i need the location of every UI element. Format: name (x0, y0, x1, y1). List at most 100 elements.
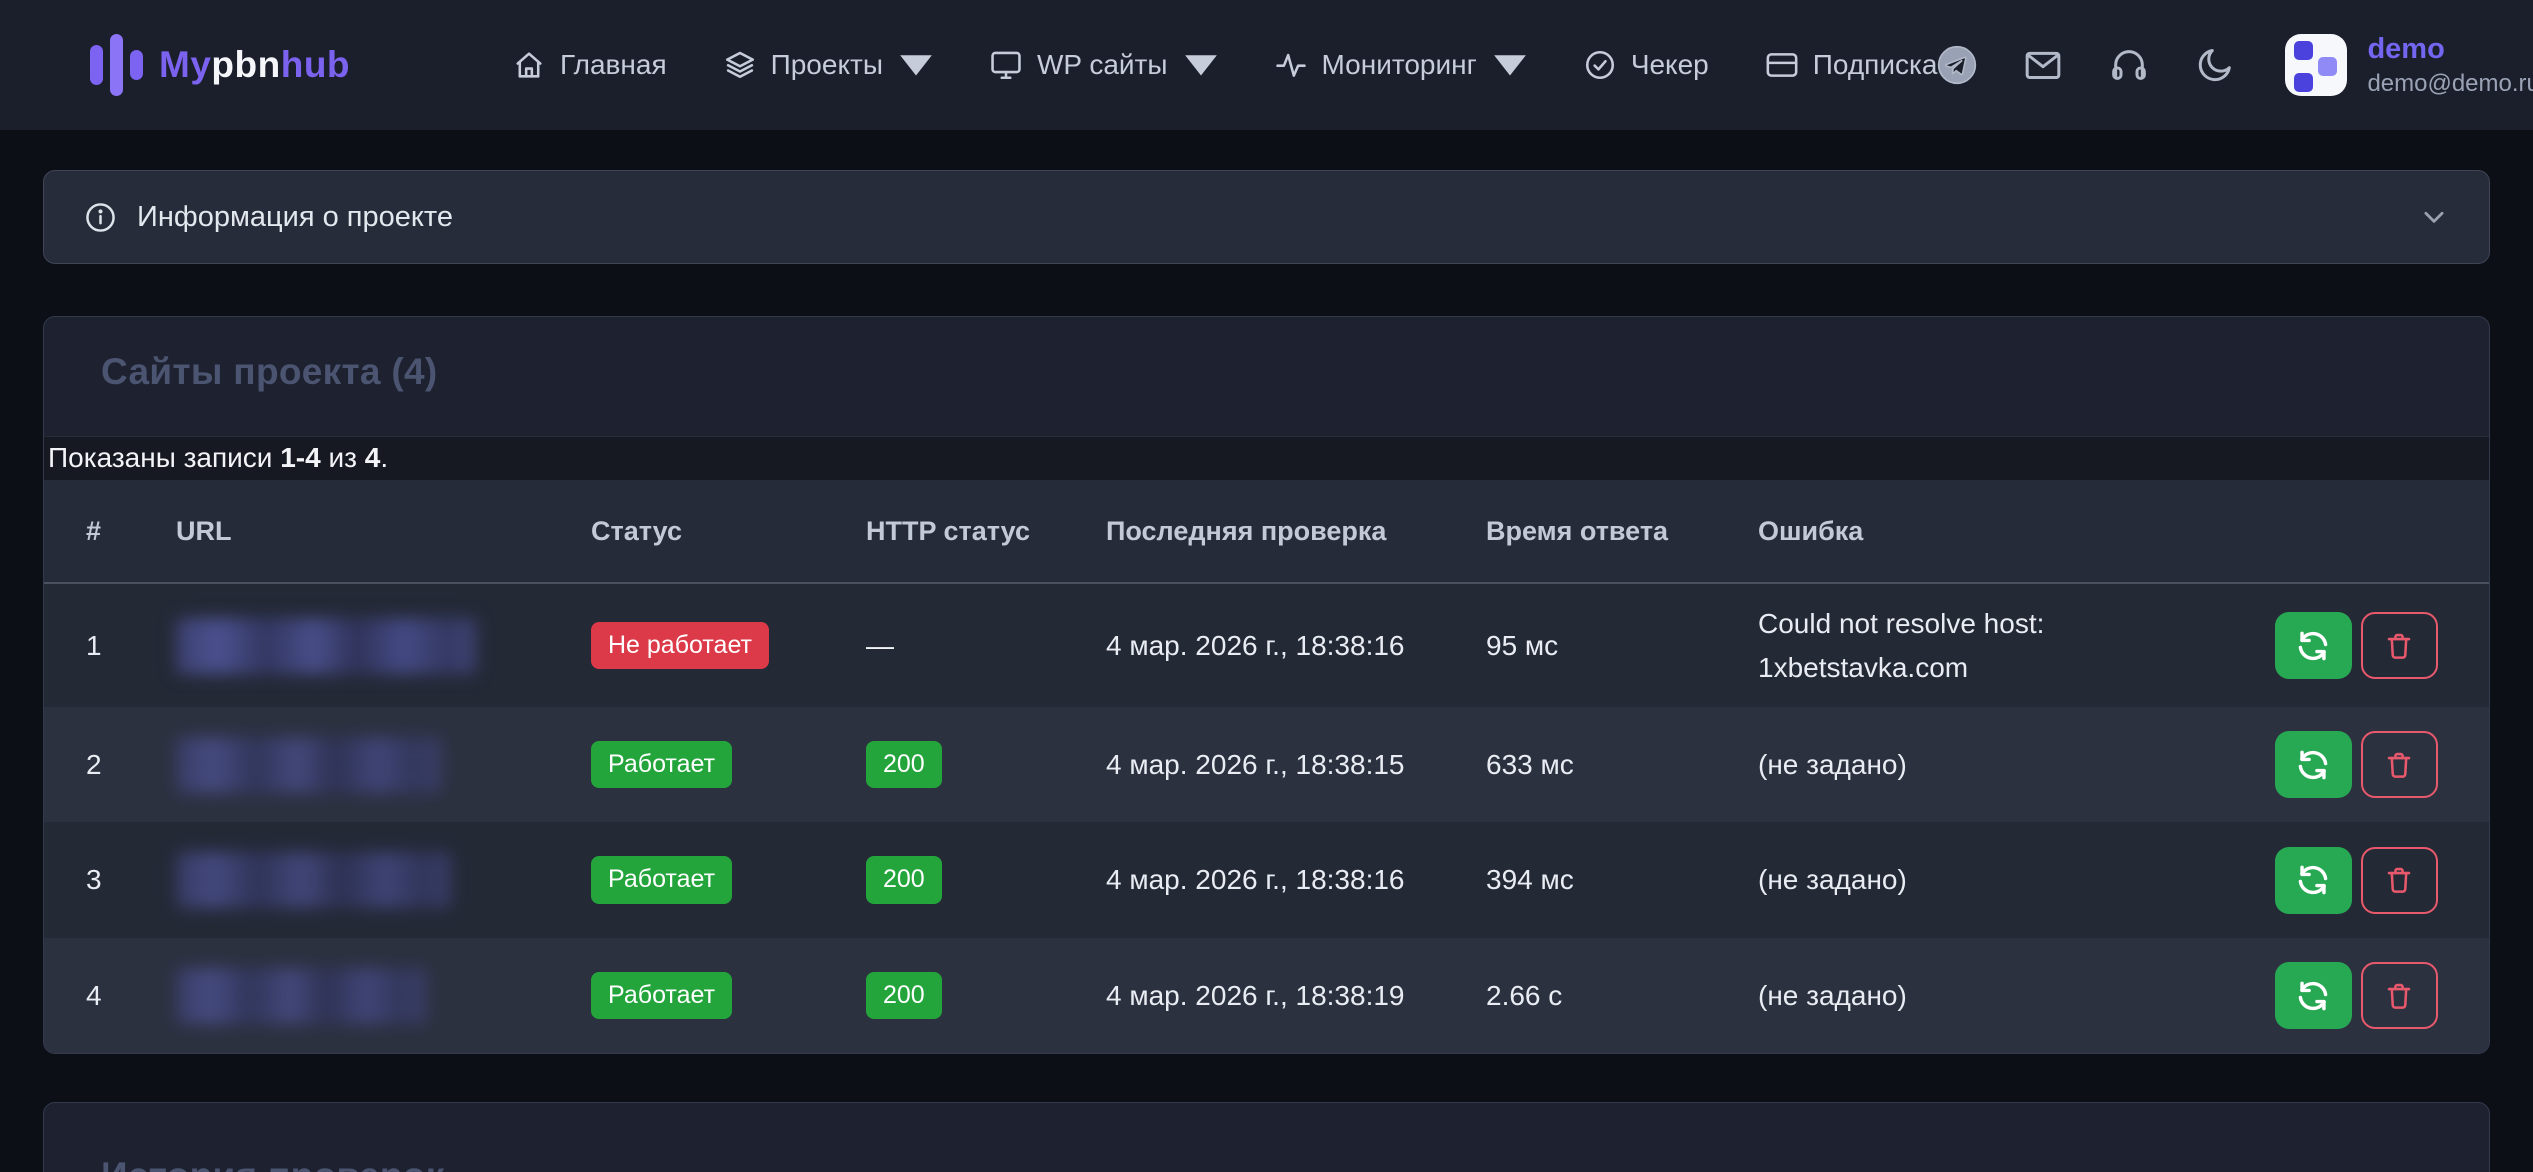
nav-item-wp-sites[interactable]: WP сайты (989, 48, 1218, 82)
trash-icon (2383, 864, 2415, 896)
http-status-badge: 200 (866, 856, 942, 904)
brand-bars-icon (90, 33, 143, 97)
status-badge: Не работает (591, 622, 769, 670)
info-icon (84, 201, 117, 234)
refresh-icon (2295, 978, 2331, 1014)
error-value: (не задано) (1758, 743, 2223, 786)
check-history-card: История проверок (43, 1102, 2490, 1172)
nav-item-label: Главная (560, 49, 667, 81)
status-badge: Работает (591, 741, 732, 789)
table-row: 1 Не работает — 4 мар. 2026 г., 18:38:16… (44, 583, 2489, 707)
status-badge: Работает (591, 856, 732, 904)
grid-summary: Показаны записи 1-4 из 4. (44, 436, 2489, 481)
main-nav: Главная Проекты WP сайты Мониторинг Чеке… (512, 48, 1937, 82)
trash-icon (2383, 630, 2415, 662)
error-value: Could not resolve host: 1xbetstavka.com (1758, 602, 2223, 689)
nav-item-label: Чекер (1631, 49, 1709, 81)
trash-icon (2383, 749, 2415, 781)
delete-button[interactable] (2361, 612, 2438, 679)
nav-item-subscription[interactable]: Подписка (1765, 48, 1938, 82)
chevron-down-icon (1493, 48, 1527, 82)
refresh-icon (2295, 747, 2331, 783)
theme-toggle-button[interactable] (2195, 45, 2235, 85)
monitor-icon (989, 48, 1023, 82)
col-header-status: Статус (591, 481, 866, 583)
recheck-button[interactable] (2275, 847, 2352, 914)
user-name: demo (2367, 31, 2533, 67)
trash-icon (2383, 980, 2415, 1012)
brand-name: Mypbnhub (159, 44, 350, 86)
sites-card-title: Сайты проекта (4) (44, 317, 2489, 393)
recheck-button[interactable] (2275, 731, 2352, 798)
mail-icon (2023, 45, 2063, 85)
error-value: (не задано) (1758, 858, 2223, 901)
chevron-down-icon[interactable] (2419, 202, 2449, 232)
refresh-icon (2295, 628, 2331, 664)
project-info-title: Информация о проекте (137, 201, 453, 234)
col-header-response-time: Время ответа (1486, 481, 1758, 583)
error-value: (не задано) (1758, 974, 2223, 1017)
delete-button[interactable] (2361, 731, 2438, 798)
topbar-actions: demo demo@demo.ru (1937, 31, 2533, 98)
response-time-value: 633 мс (1486, 707, 1758, 822)
user-menu[interactable]: demo demo@demo.ru (2285, 31, 2533, 98)
row-index: 4 (44, 938, 176, 1053)
project-info-accordion[interactable]: Информация о проекте (43, 170, 2490, 264)
last-check-value: 4 мар. 2026 г., 18:38:16 (1106, 822, 1486, 938)
telegram-icon (1937, 45, 1977, 85)
nav-item-label: Подписка (1813, 49, 1938, 81)
response-time-value: 394 мс (1486, 822, 1758, 938)
mail-button[interactable] (2023, 45, 2063, 85)
url-blurred[interactable] (176, 968, 426, 1024)
headphones-icon (2109, 45, 2149, 85)
nav-item-label: Мониторинг (1322, 49, 1477, 81)
nav-item-label: Проекты (771, 49, 883, 81)
refresh-icon (2295, 862, 2331, 898)
credit-card-icon (1765, 48, 1799, 82)
response-time-value: 95 мс (1486, 583, 1758, 707)
chevron-down-icon (1184, 48, 1218, 82)
col-header-http-status: HTTP статус (866, 481, 1106, 583)
col-header-last-check: Последняя проверка (1106, 481, 1486, 583)
home-icon (512, 48, 546, 82)
delete-button[interactable] (2361, 962, 2438, 1029)
nav-item-checker[interactable]: Чекер (1583, 48, 1709, 82)
col-header-url: URL (176, 481, 591, 583)
delete-button[interactable] (2361, 847, 2438, 914)
status-badge: Работает (591, 972, 732, 1020)
nav-item-projects[interactable]: Проекты (723, 48, 933, 82)
history-card-title: История проверок (44, 1103, 2489, 1172)
col-header-index: # (44, 481, 176, 583)
nav-item-monitoring[interactable]: Мониторинг (1274, 48, 1527, 82)
topbar: Mypbnhub Главная Проекты WP сайты Монито… (0, 0, 2533, 130)
table-header-row: # URL Статус HTTP статус Последняя прове… (44, 481, 2489, 583)
nav-item-home[interactable]: Главная (512, 48, 667, 82)
url-blurred[interactable] (176, 737, 441, 793)
last-check-value: 4 мар. 2026 г., 18:38:19 (1106, 938, 1486, 1053)
url-blurred[interactable] (176, 618, 476, 674)
table-row: 4 Работает 200 4 мар. 2026 г., 18:38:19 … (44, 938, 2489, 1053)
avatar (2285, 34, 2347, 96)
response-time-value: 2.66 с (1486, 938, 1758, 1053)
activity-icon (1274, 48, 1308, 82)
last-check-value: 4 мар. 2026 г., 18:38:16 (1106, 583, 1486, 707)
col-header-actions (2223, 481, 2489, 583)
telegram-button[interactable] (1937, 45, 1977, 85)
nav-item-label: WP сайты (1037, 49, 1168, 81)
url-blurred[interactable] (176, 852, 451, 908)
recheck-button[interactable] (2275, 612, 2352, 679)
recheck-button[interactable] (2275, 962, 2352, 1029)
check-circle-icon (1583, 48, 1617, 82)
sites-table: # URL Статус HTTP статус Последняя прове… (44, 481, 2489, 1053)
chevron-down-icon (899, 48, 933, 82)
user-email: demo@demo.ru (2367, 68, 2533, 99)
brand-logo[interactable]: Mypbnhub (90, 33, 350, 97)
http-status-value: — (866, 630, 894, 661)
support-button[interactable] (2109, 45, 2149, 85)
project-sites-card: Сайты проекта (4) Показаны записи 1-4 из… (43, 316, 2490, 1054)
last-check-value: 4 мар. 2026 г., 18:38:15 (1106, 707, 1486, 822)
moon-icon (2195, 45, 2235, 85)
col-header-error: Ошибка (1758, 481, 2223, 583)
row-index: 2 (44, 707, 176, 822)
table-row: 3 Работает 200 4 мар. 2026 г., 18:38:16 … (44, 822, 2489, 938)
